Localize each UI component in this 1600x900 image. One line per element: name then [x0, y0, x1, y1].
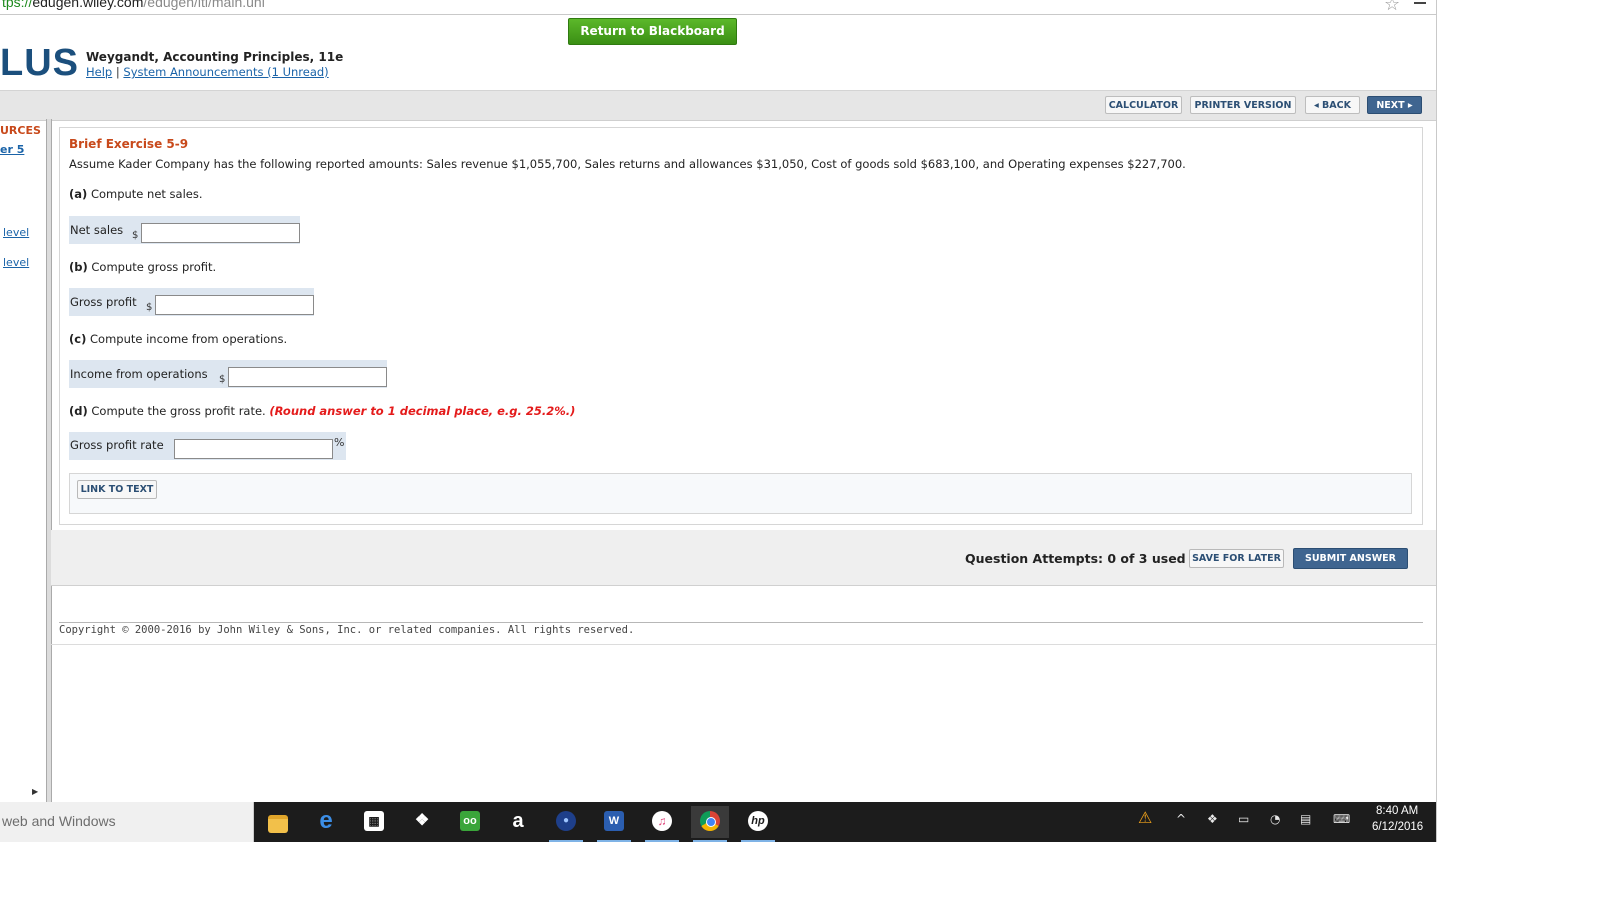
itunes-icon[interactable]: ♫	[643, 806, 681, 842]
question-panel	[59, 127, 1423, 525]
chrome-icon[interactable]	[691, 806, 729, 842]
keyboard-icon[interactable]: ⌨	[1333, 812, 1350, 826]
book-title: Weygandt, Accounting Principles, 11e	[86, 50, 344, 64]
store-icon[interactable]: ▦	[355, 806, 393, 838]
show-hidden-icons-icon[interactable]: ^	[1176, 812, 1186, 826]
notification-alert-icon[interactable]: ⚠	[1138, 808, 1152, 827]
clock-time[interactable]: 8:40 AM	[1376, 805, 1418, 817]
question-toolbar: CALCULATOR PRINTER VERSION ◂ BACK NEXT ▸	[0, 90, 1436, 121]
footer-divider	[51, 644, 1436, 645]
edge-icon[interactable]: e	[307, 806, 345, 838]
gross-profit-rate-row: Gross profit rate %	[69, 432, 346, 460]
gross-profit-input[interactable]	[155, 295, 314, 315]
part-text: Compute income from operations.	[90, 332, 288, 346]
percent-symbol: %	[334, 436, 345, 449]
dropbox-icon[interactable]: ❖	[403, 806, 441, 838]
gross-profit-label: Gross profit	[70, 295, 137, 309]
word-icon[interactable]: W	[595, 806, 633, 842]
taskbar-search-text: web and Windows	[2, 813, 116, 829]
system-announcements-link[interactable]: System Announcements (1 Unread)	[123, 65, 328, 79]
income-from-operations-input[interactable]	[228, 367, 387, 387]
calculator-button[interactable]: CALCULATOR	[1105, 96, 1182, 114]
action-center-icon[interactable]: ▤	[1300, 812, 1311, 826]
part-text: Compute net sales.	[90, 187, 203, 201]
wileyplus-logo: LUS	[0, 42, 79, 84]
printer-version-button[interactable]: PRINTER VERSION	[1190, 96, 1296, 114]
footer-divider	[59, 622, 1423, 623]
sidebar-resources-heading: URCES	[0, 124, 41, 137]
clock-date[interactable]: 6/12/2016	[1372, 821, 1423, 833]
file-explorer-icon[interactable]	[259, 806, 297, 838]
rounding-note: (Round answer to 1 decimal place, e.g. 2…	[269, 404, 576, 418]
header-links: Help | System Announcements (1 Unread)	[86, 65, 329, 79]
part-text: Compute gross profit.	[91, 260, 217, 274]
net-sales-row: Net sales $	[69, 216, 300, 244]
media-player-icon[interactable]: ●	[547, 806, 585, 842]
battery-icon[interactable]: ▭	[1238, 812, 1249, 826]
exercise-intro: Assume Kader Company has the following r…	[69, 157, 1186, 171]
copyright-text: Copyright © 2000-2016 by John Wiley & So…	[59, 624, 635, 636]
net-sales-input[interactable]	[141, 223, 300, 243]
income-from-operations-row: Income from operations $	[69, 360, 387, 388]
save-for-later-button[interactable]: SAVE FOR LATER	[1189, 549, 1284, 568]
next-button[interactable]: NEXT ▸	[1367, 96, 1422, 114]
part-letter: (a)	[69, 187, 88, 201]
submit-answer-button[interactable]: SUBMIT ANSWER	[1293, 548, 1408, 569]
sidebar-level-link[interactable]: level	[3, 256, 29, 269]
url-host: edugen.wiley.com	[32, 0, 144, 10]
sidebar-splitter[interactable]	[46, 119, 52, 802]
header-link-separator: |	[115, 65, 120, 79]
address-bar[interactable]: tps://edugen.wiley.com/edugen/lti/main.u…	[0, 0, 1436, 15]
bookmark-star-icon[interactable]: ☆	[1384, 0, 1400, 15]
part-text: Compute the gross profit rate.	[91, 404, 266, 418]
dropbox-tray-icon[interactable]: ❖	[1207, 812, 1218, 826]
viewport-edge	[1436, 0, 1437, 842]
currency-symbol: $	[219, 374, 226, 385]
help-link[interactable]: Help	[86, 65, 112, 79]
wifi-icon[interactable]: ◔	[1270, 812, 1280, 826]
url-scheme: tps://	[2, 0, 33, 10]
sidebar-level-link[interactable]: level	[3, 226, 29, 239]
gross-profit-row: Gross profit $	[69, 288, 314, 316]
link-to-text-button[interactable]: LINK TO TEXT	[77, 480, 157, 499]
net-sales-label: Net sales	[70, 223, 124, 237]
question-attempts: Question Attempts: 0 of 3 used	[965, 551, 1186, 566]
part-d-prompt: (d) Compute the gross profit rate. (Roun…	[69, 404, 575, 418]
currency-symbol: $	[146, 302, 153, 313]
gross-profit-rate-input[interactable]	[174, 439, 333, 459]
hp-icon[interactable]: hp	[739, 806, 777, 842]
part-letter: (d)	[69, 404, 88, 418]
sidebar-chapter-link[interactable]: er 5	[0, 143, 24, 156]
part-letter: (c)	[69, 332, 87, 346]
part-a-prompt: (a) Compute net sales.	[69, 187, 203, 201]
part-letter: (b)	[69, 260, 88, 274]
url-text: tps://edugen.wiley.com/edugen/lti/main.u…	[2, 0, 265, 10]
back-button[interactable]: ◂ BACK	[1305, 96, 1360, 114]
link-to-text-area	[69, 473, 1412, 514]
amazon-icon[interactable]: a	[499, 806, 537, 838]
part-b-prompt: (b) Compute gross profit.	[69, 260, 216, 274]
return-to-blackboard-button[interactable]: Return to Blackboard	[568, 18, 737, 45]
url-path: /edugen/lti/main.uni	[143, 0, 265, 10]
part-c-prompt: (c) Compute income from operations.	[69, 332, 287, 346]
gross-profit-rate-label: Gross profit rate	[70, 438, 164, 452]
currency-symbol: $	[132, 230, 139, 241]
tripadvisor-icon[interactable]: oo	[451, 806, 489, 838]
income-from-operations-label: Income from operations	[70, 367, 208, 381]
exercise-title: Brief Exercise 5-9	[69, 137, 189, 151]
sidebar-expand-arrow-icon[interactable]: ▶	[32, 787, 38, 796]
browser-menu-icon[interactable]	[1414, 0, 1426, 7]
